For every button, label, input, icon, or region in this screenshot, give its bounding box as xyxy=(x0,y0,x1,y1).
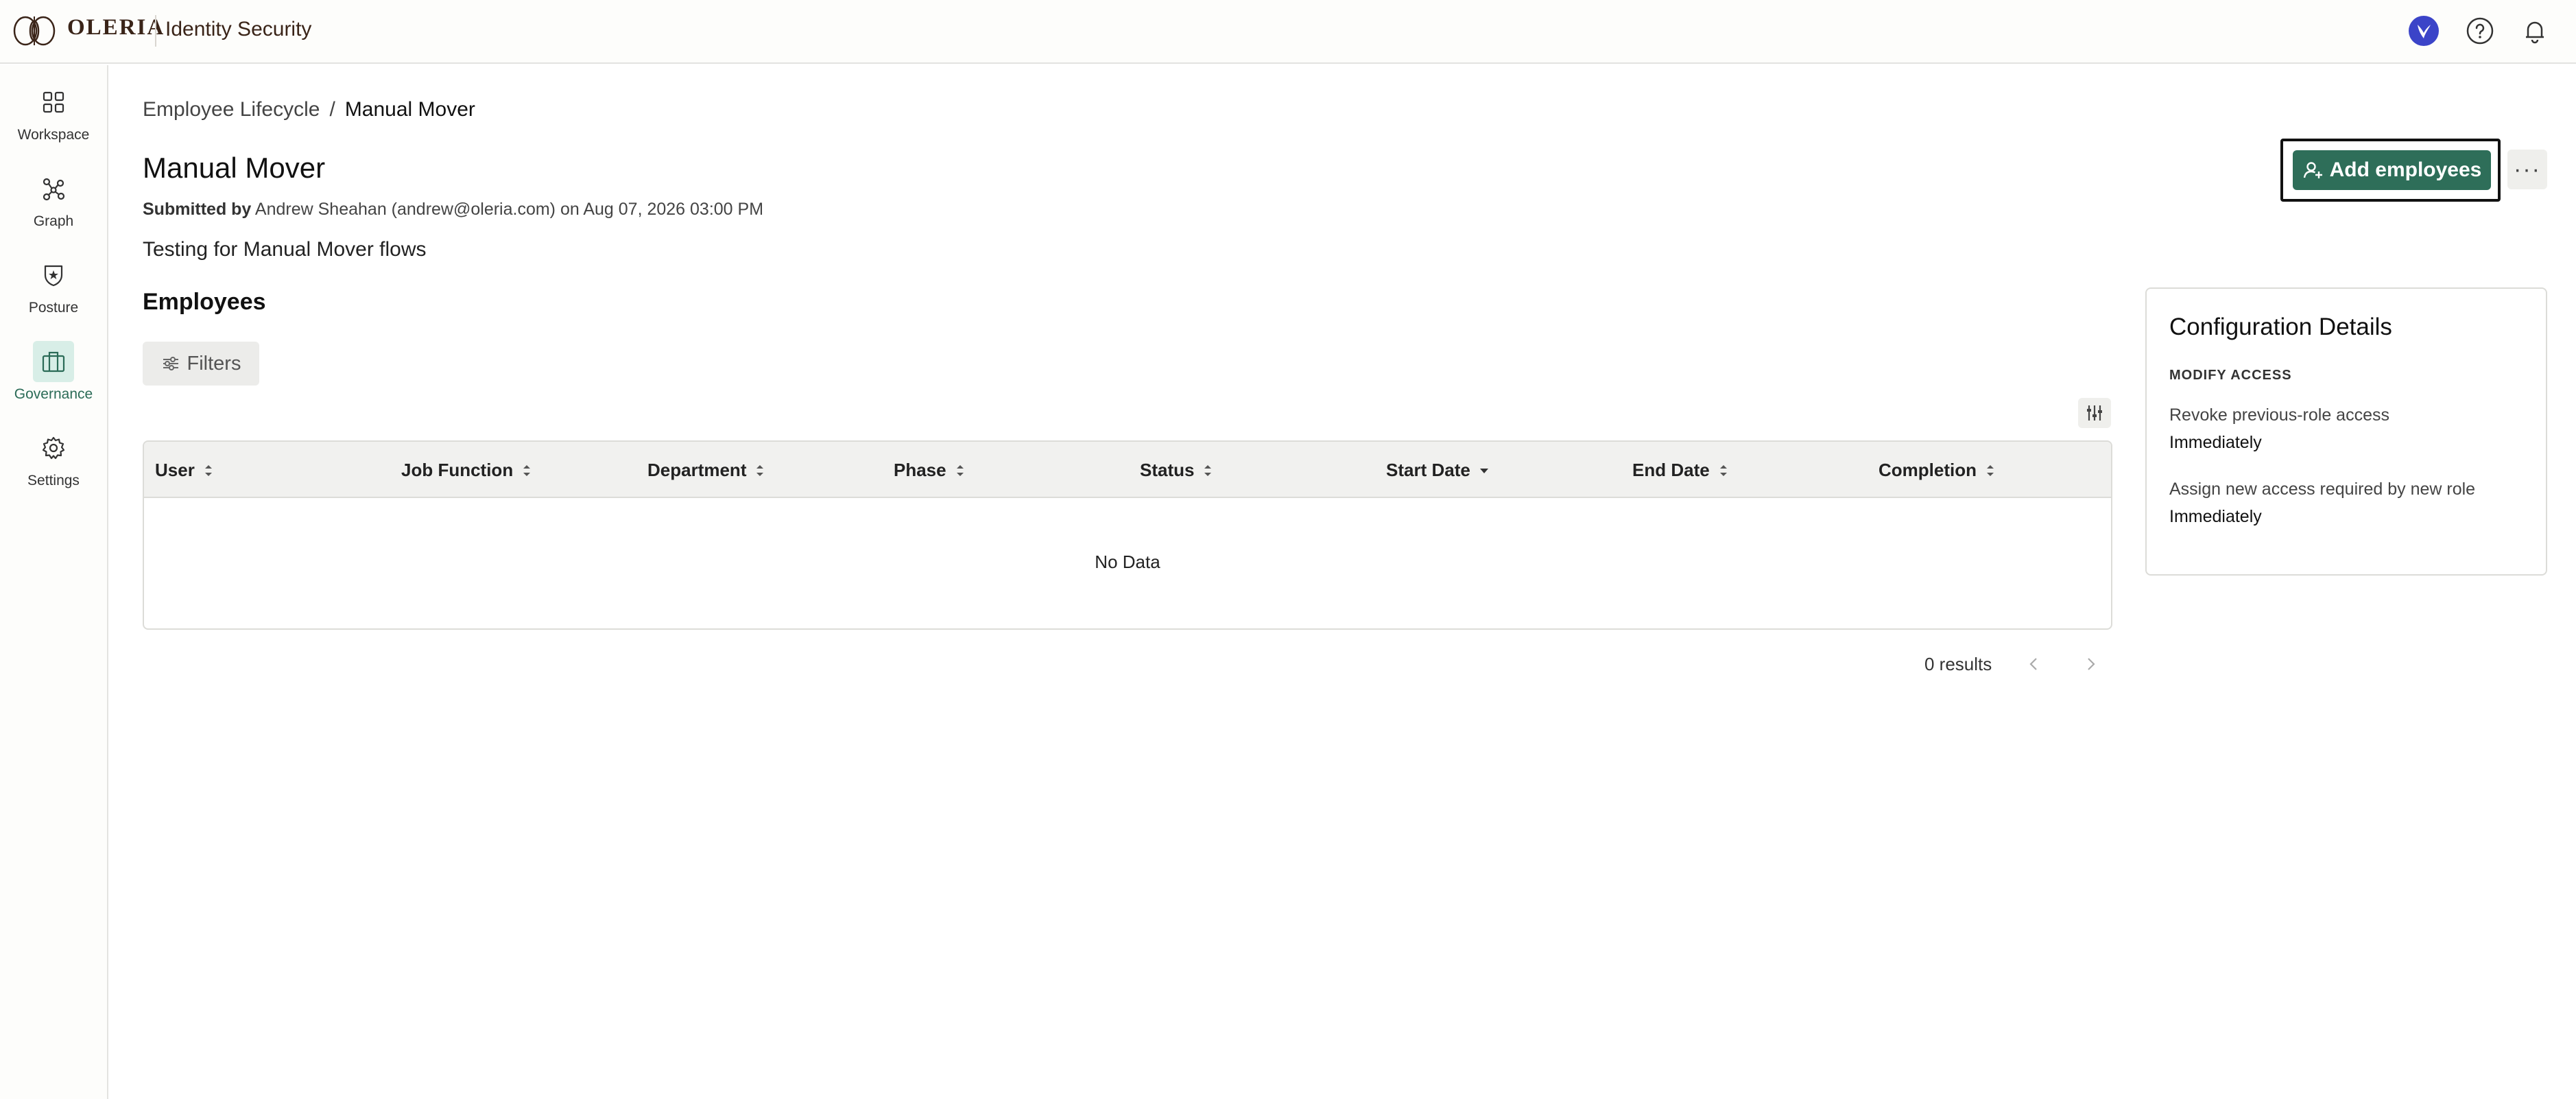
add-user-icon xyxy=(2303,162,2322,178)
sidebar-item-label: Settings xyxy=(27,473,80,488)
config-item-value: Immediately xyxy=(2169,433,2262,452)
sidebar-item-settings[interactable]: Settings xyxy=(0,423,107,492)
help-icon[interactable] xyxy=(2464,15,2496,47)
sidebar: Workspace Graph Posture Governance Setti… xyxy=(0,65,108,1099)
grid-icon xyxy=(33,82,74,123)
more-options-button[interactable]: ··· xyxy=(2507,150,2547,189)
column-header-user[interactable]: User xyxy=(155,460,214,481)
top-bar: OLERIA Identity Security xyxy=(0,0,2576,64)
column-label: Job Function xyxy=(401,460,514,480)
chevron-left-icon xyxy=(2029,658,2037,670)
breadcrumb: Employee Lifecycle / Manual Mover xyxy=(143,98,475,121)
filter-sliders-icon xyxy=(163,357,178,370)
column-label: End Date xyxy=(1632,460,1710,480)
sort-icon xyxy=(1987,464,1994,476)
sidebar-item-workspace[interactable]: Workspace xyxy=(0,78,107,146)
next-page-button[interactable] xyxy=(2077,650,2104,678)
sort-icon xyxy=(956,464,964,476)
configuration-details-title: Configuration Details xyxy=(2169,314,2392,340)
column-header-phase[interactable]: Phase xyxy=(894,460,966,481)
column-label: Completion xyxy=(1879,460,1977,480)
add-employees-focus-ring: Add employees xyxy=(2280,139,2501,202)
briefcase-icon xyxy=(33,341,74,382)
previous-page-button[interactable] xyxy=(2020,650,2048,678)
modify-access-heading: MODIFY ACCESS xyxy=(2169,368,2292,383)
column-label: Status xyxy=(1140,460,1195,480)
column-label: Department xyxy=(647,460,747,480)
sidebar-item-posture[interactable]: Posture xyxy=(0,250,107,319)
sort-descending-icon xyxy=(1479,468,1488,473)
table-empty-state: No Data xyxy=(1095,552,1160,572)
add-employees-button[interactable]: Add employees xyxy=(2293,150,2491,190)
submitted-by-value: Andrew Sheahan (andrew@oleria.com) on Au… xyxy=(251,200,764,219)
sort-icon xyxy=(1719,464,1727,476)
employees-section-title: Employees xyxy=(143,289,266,315)
employees-table: User Job Function Department Phase Statu… xyxy=(143,440,2112,630)
sort-icon xyxy=(1204,464,1212,476)
brand-name: OLERIA xyxy=(67,15,165,40)
submitted-info: Submitted by Andrew Sheahan (andrew@oler… xyxy=(143,200,763,220)
column-label: Phase xyxy=(894,460,946,480)
breadcrumb-current: Manual Mover xyxy=(344,98,475,121)
sort-icon xyxy=(756,464,764,476)
results-count: 0 results xyxy=(1924,654,1992,674)
column-header-end-date[interactable]: End Date xyxy=(1632,460,1729,481)
config-item-label: Assign new access required by new role xyxy=(2169,480,2476,499)
user-avatar-icon[interactable] xyxy=(2408,15,2440,47)
graph-icon xyxy=(33,168,74,209)
column-header-start-date[interactable]: Start Date xyxy=(1386,460,1490,481)
column-header-job-function[interactable]: Job Function xyxy=(401,460,532,481)
breadcrumb-link-employee-lifecycle[interactable]: Employee Lifecycle xyxy=(143,98,320,121)
submitted-by-label: Submitted by xyxy=(143,200,252,219)
gear-icon xyxy=(33,427,74,469)
sort-icon xyxy=(204,464,212,476)
sidebar-item-graph[interactable]: Graph xyxy=(0,164,107,233)
shield-icon xyxy=(33,255,74,296)
config-item-value: Immediately xyxy=(2169,507,2262,526)
column-header-status[interactable]: Status xyxy=(1140,460,1213,481)
column-settings-button[interactable] xyxy=(2078,398,2111,428)
column-label: Start Date xyxy=(1386,460,1470,480)
sidebar-item-governance[interactable]: Governance xyxy=(0,337,107,405)
sidebar-item-label: Graph xyxy=(33,213,74,229)
column-header-completion[interactable]: Completion xyxy=(1879,460,1996,481)
more-options-icon: ··· xyxy=(2514,156,2541,182)
configuration-details-panel: Configuration Details MODIFY ACCESS Revo… xyxy=(2145,287,2547,576)
filters-label: Filters xyxy=(187,352,241,375)
config-item-label: Revoke previous-role access xyxy=(2169,405,2389,425)
page-description: Testing for Manual Mover flows xyxy=(143,238,427,261)
column-settings-icon xyxy=(2087,405,2102,421)
product-name: Identity Security xyxy=(165,18,312,40)
column-label: User xyxy=(155,460,195,480)
page-title: Manual Mover xyxy=(143,152,326,184)
bell-icon[interactable] xyxy=(2519,15,2551,47)
table-header: User Job Function Department Phase Statu… xyxy=(144,442,2111,498)
oleria-logo-icon[interactable] xyxy=(12,14,57,48)
sidebar-item-label: Workspace xyxy=(17,127,90,143)
column-header-department[interactable]: Department xyxy=(647,460,765,481)
sidebar-item-label: Posture xyxy=(28,300,79,316)
brand-divider xyxy=(155,15,156,47)
sort-icon xyxy=(523,464,531,476)
breadcrumb-separator: / xyxy=(329,98,335,121)
add-employees-label: Add employees xyxy=(2329,158,2482,181)
sidebar-item-label: Governance xyxy=(14,386,93,402)
filters-button[interactable]: Filters xyxy=(143,342,259,386)
chevron-right-icon xyxy=(2088,658,2095,670)
